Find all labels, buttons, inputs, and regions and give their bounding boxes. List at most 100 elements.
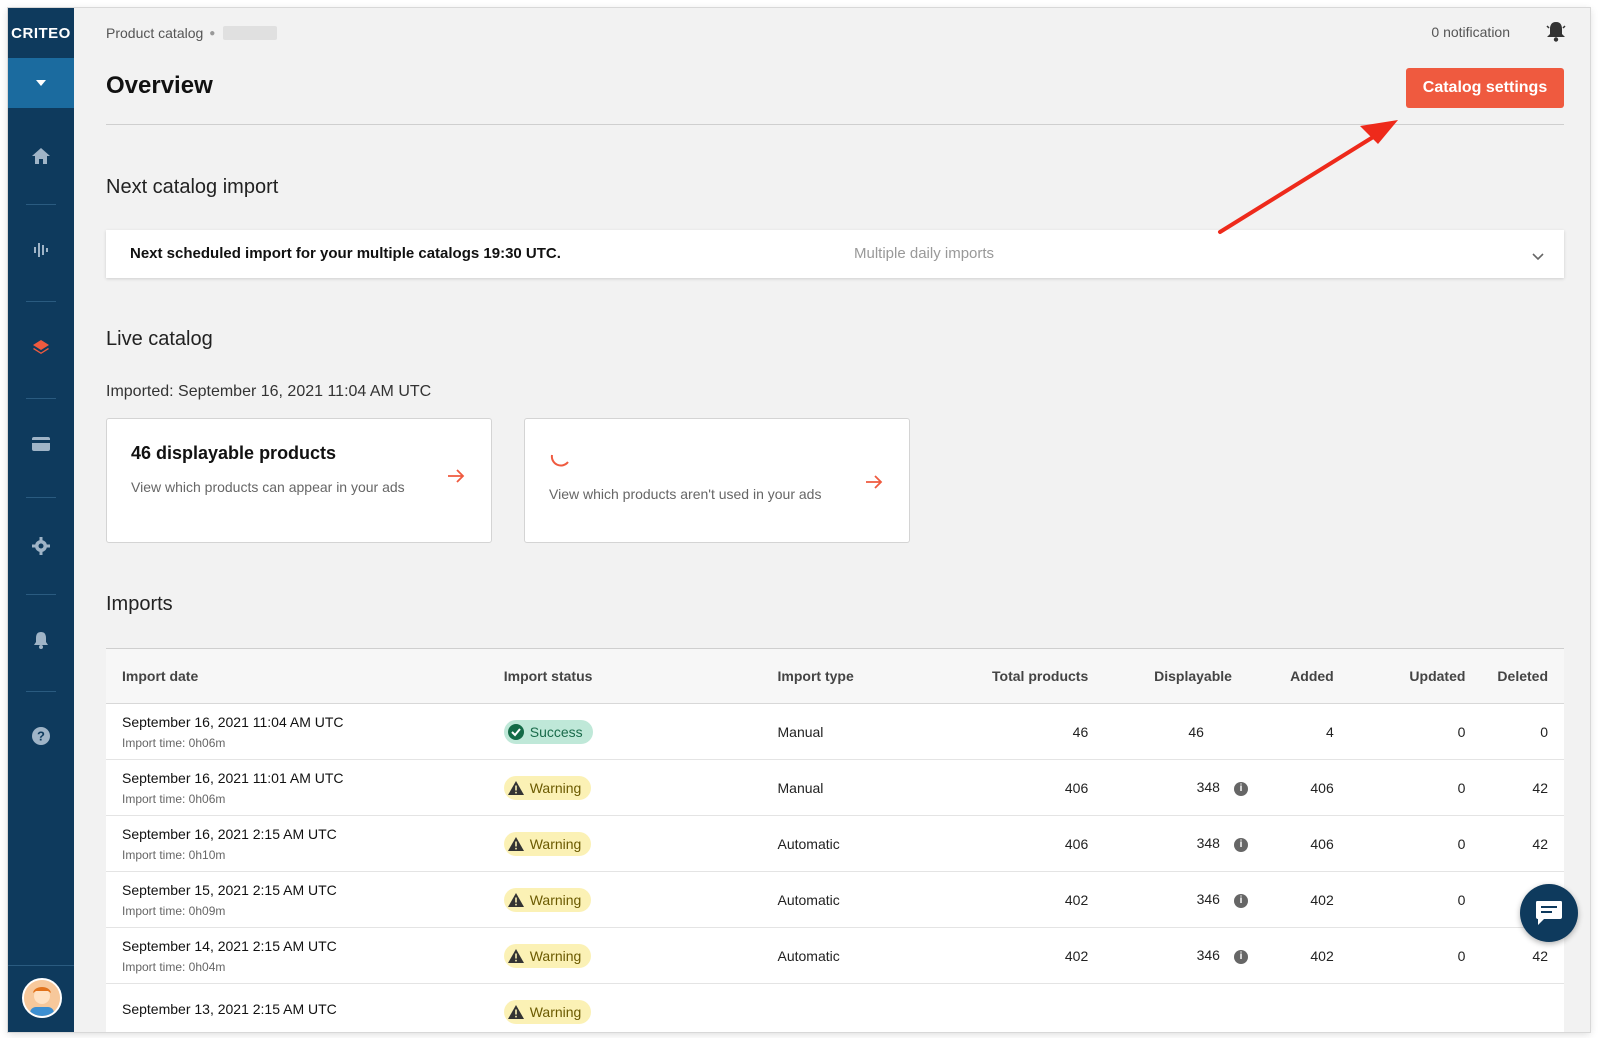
info-icon[interactable]: i: [1233, 837, 1248, 852]
info-icon[interactable]: i: [1233, 781, 1248, 796]
chevron-down-icon: [1532, 253, 1544, 261]
col-added[interactable]: Added: [1247, 649, 1350, 704]
status-badge: Warning: [503, 943, 592, 968]
cell-import-type: [761, 983, 923, 1032]
import-date: September 14, 2021 2:15 AM UTC: [122, 937, 337, 954]
cell-import-status: Warning: [487, 759, 762, 816]
account-switcher[interactable]: [8, 58, 74, 108]
notification-count[interactable]: 0 notification: [1431, 24, 1510, 40]
nav-catalog[interactable]: [8, 327, 74, 367]
cell-displayable: 348 i: [1104, 815, 1248, 872]
status-label: Warning: [529, 835, 582, 852]
nav-home[interactable]: [8, 136, 74, 176]
table-row[interactable]: September 16, 2021 2:15 AM UTC Import tim…: [106, 815, 1564, 872]
import-duration: Import time: 0h09m: [122, 903, 226, 918]
table-row[interactable]: September 15, 2021 2:15 AM UTC Import tim…: [106, 871, 1564, 928]
displayable-count: 46 displayable products: [131, 443, 337, 463]
credit-card-icon: [32, 437, 50, 451]
catalog-layers-icon: [33, 340, 49, 354]
nav-alerts[interactable]: [8, 620, 74, 660]
status-badge: Warning: [503, 831, 592, 856]
arrow-right-icon: [866, 475, 883, 489]
check-circle-icon: [507, 723, 524, 740]
chat-button[interactable]: [1520, 884, 1578, 942]
displayable-products-card[interactable]: 46 displayable products View which produ…: [106, 418, 492, 543]
cell-import-type: Manual: [761, 759, 923, 816]
page-title: Overview: [106, 72, 213, 99]
table-header-row: Import date Import status Import type To…: [106, 649, 1564, 704]
warning-icon: [507, 836, 524, 851]
table-row[interactable]: September 16, 2021 11:04 AM UTC Import ti…: [106, 703, 1564, 760]
catalog-settings-button[interactable]: Catalog settings: [1406, 68, 1564, 108]
cell-displayable: [1104, 983, 1248, 1032]
status-label: Warning: [529, 891, 582, 908]
caret-down-icon: [36, 80, 46, 86]
displayable-value: 348: [1196, 835, 1220, 852]
header-divider: [106, 124, 1564, 125]
cell-import-type: Automatic: [761, 815, 923, 872]
cell-total-products: 46: [922, 703, 1105, 760]
status-badge: Warning: [503, 999, 592, 1024]
import-frequency: Multiple daily imports: [854, 245, 995, 262]
import-date: September 16, 2021 2:15 AM UTC: [122, 825, 337, 842]
cell-total-products: [922, 983, 1105, 1032]
nav-settings[interactable]: [8, 526, 74, 566]
next-import-panel[interactable]: Next scheduled import for your multiple …: [106, 230, 1564, 278]
col-updated[interactable]: Updated: [1349, 649, 1482, 704]
import-duration: Import time: 0h06m: [122, 735, 226, 750]
next-import-text: Next scheduled import for your multiple …: [130, 245, 561, 262]
notification-bell[interactable]: [1546, 20, 1566, 47]
cell-import-type: Automatic: [761, 871, 923, 928]
cell-updated: 0: [1349, 927, 1482, 984]
info-icon[interactable]: i: [1233, 949, 1248, 964]
cell-total-products: 402: [922, 927, 1105, 984]
nav-billing[interactable]: [8, 424, 74, 464]
breadcrumb-product-catalog[interactable]: Product catalog: [106, 25, 203, 41]
sidebar: CRITEO ?: [8, 8, 74, 1032]
status-badge: Success: [503, 719, 593, 744]
cell-import-status: Warning: [487, 815, 762, 872]
col-total-products[interactable]: Total products: [922, 649, 1105, 704]
info-icon[interactable]: i: [1233, 893, 1248, 908]
col-displayable[interactable]: Displayable: [1104, 649, 1248, 704]
card-arrow: [865, 475, 883, 494]
displayable-value: 346: [1196, 947, 1220, 964]
cell-added: 402: [1247, 927, 1350, 984]
sidebar-divider: [26, 497, 56, 498]
sidebar-divider: [26, 204, 56, 205]
next-import-title: Next catalog import: [106, 176, 279, 198]
cell-displayable: 348 i: [1104, 759, 1248, 816]
loading-spinner: [549, 447, 571, 474]
nav-analytics[interactable]: [8, 230, 74, 270]
table-row[interactable]: September 16, 2021 11:01 AM UTC Import ti…: [106, 759, 1564, 816]
avatar-icon: [24, 980, 60, 1016]
col-import-status[interactable]: Import status: [487, 649, 762, 704]
sidebar-divider: [26, 691, 56, 692]
bell-icon: [34, 632, 48, 649]
cell-added: [1247, 983, 1350, 1032]
spinner-icon: [550, 454, 569, 467]
import-date: September 16, 2021 11:01 AM UTC: [122, 769, 344, 786]
arrow-right-icon: [448, 469, 465, 483]
col-import-type[interactable]: Import type: [761, 649, 923, 704]
col-import-date[interactable]: Import date: [106, 649, 488, 704]
import-duration: Import time: 0h10m: [122, 847, 226, 862]
table-row[interactable]: September 13, 2021 2:15 AM UTC Warning: [106, 983, 1564, 1032]
nav-help[interactable]: ?: [8, 716, 74, 756]
import-date: September 16, 2021 11:04 AM UTC: [122, 713, 344, 730]
cell-updated: 0: [1349, 703, 1482, 760]
non-displayable-products-card[interactable]: View which products aren't used in your …: [524, 418, 910, 543]
home-icon: [32, 148, 50, 164]
status-badge: Warning: [503, 775, 592, 800]
chat-icon: [1536, 901, 1562, 925]
user-avatar[interactable]: [22, 978, 62, 1018]
expand-toggle[interactable]: [1532, 248, 1544, 266]
table-row[interactable]: September 14, 2021 2:15 AM UTC Import tim…: [106, 927, 1564, 984]
status-label: Warning: [529, 779, 582, 796]
bell-icon: [1546, 22, 1566, 42]
cell-import-date: September 16, 2021 2:15 AM UTC Import tim…: [106, 815, 488, 872]
imports-table-body: September 16, 2021 11:04 AM UTC Import ti…: [106, 703, 1564, 1032]
warning-icon: [507, 780, 524, 795]
col-deleted[interactable]: Deleted: [1481, 649, 1564, 704]
cell-import-date: September 16, 2021 11:01 AM UTC Import ti…: [106, 759, 488, 816]
